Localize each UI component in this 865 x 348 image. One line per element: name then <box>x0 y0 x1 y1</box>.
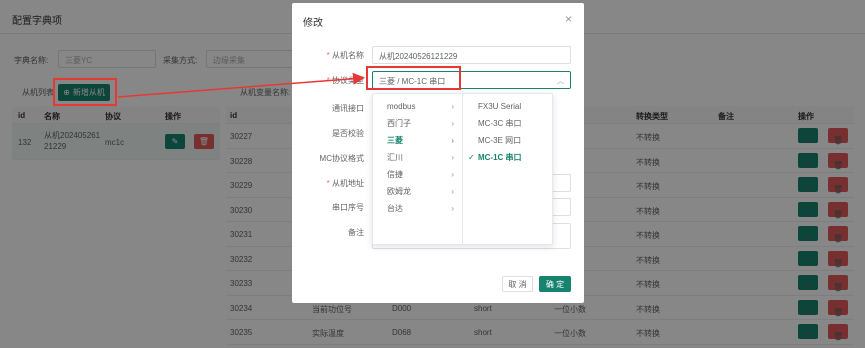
chevron-right-icon: › <box>451 170 454 179</box>
port-label: 通讯接口 <box>332 104 364 113</box>
cascader-option-label: 欧姆龙 <box>387 187 411 196</box>
close-icon[interactable]: × <box>565 12 572 26</box>
check-label: 是否校验 <box>332 129 364 138</box>
cascader-menu-vendor: modbus › 西门子 › 三菱 › 汇川 › 信捷 › 欧姆龙 › 台达 › <box>373 94 463 244</box>
cascader-option-label: MC-3C 串口 <box>478 119 522 128</box>
cascader-option[interactable]: 三菱 › <box>373 132 462 149</box>
cascader-option[interactable]: MC-3E 网口 <box>464 132 553 149</box>
chevron-right-icon: › <box>451 153 454 162</box>
cascader-option[interactable]: 汇川 › <box>373 149 462 166</box>
slave-name-label-text: 从机名称 <box>332 51 364 60</box>
cascader-option[interactable]: 台达 › <box>373 200 462 217</box>
cascader-option-label: 台达 <box>387 204 403 213</box>
slave-name-row: * 从机名称 从机20240526121229 <box>292 46 584 64</box>
chevron-right-icon: › <box>451 119 454 128</box>
cascader-option[interactable]: ✓ MC-1C 串口 <box>464 149 553 166</box>
protocol-cascader-dropdown: modbus › 西门子 › 三菱 › 汇川 › 信捷 › 欧姆龙 › 台达 › FX3U Serial M… <box>372 93 553 245</box>
cascader-option-label: MC-1C 串口 <box>478 153 522 162</box>
check-icon: ✓ <box>468 153 475 162</box>
cancel-button[interactable]: 取 消 <box>502 276 533 292</box>
dialog-title: 修改 <box>303 18 323 29</box>
cascader-option-label: modbus <box>387 102 416 111</box>
mc-format-label: MC协议格式 <box>319 154 364 163</box>
highlight-protocol-type <box>366 66 461 90</box>
cascader-option[interactable]: 西门子 › <box>373 115 462 132</box>
chevron-right-icon: › <box>451 102 454 111</box>
cascader-option[interactable]: FX3U Serial <box>464 98 553 115</box>
slave-name-label: * 从机名称 <box>326 51 364 60</box>
highlight-add-button <box>53 78 117 106</box>
chevron-right-icon: › <box>451 204 454 213</box>
slave-addr-label-text: 从机地址 <box>332 179 364 188</box>
slave-addr-label: * 从机地址 <box>326 179 364 188</box>
cascader-option-label: 三菱 <box>387 136 403 145</box>
cascader-menu-model: FX3U Serial MC-3C 串口 MC-3E 网口 ✓ MC-1C 串口 <box>464 94 553 244</box>
cascader-option[interactable]: MC-3C 串口 <box>464 115 553 132</box>
slave-name-input[interactable]: 从机20240526121229 <box>372 46 571 64</box>
cascader-option[interactable]: 欧姆龙 › <box>373 183 462 200</box>
chevron-right-icon: › <box>451 187 454 196</box>
chevron-up-icon: ︿ <box>557 78 564 85</box>
cascader-option[interactable]: 信捷 › <box>373 166 462 183</box>
protocol-type-label-text: 协议类型 <box>332 76 364 85</box>
cascader-option-label: FX3U Serial <box>478 102 522 111</box>
cascader-option[interactable]: modbus › <box>373 98 462 115</box>
cascader-option-label: 信捷 <box>387 170 403 179</box>
remark-label: 备注 <box>348 228 364 237</box>
serial-label: 串口序号 <box>332 203 364 212</box>
confirm-button[interactable]: 确 定 <box>539 276 571 292</box>
cascader-option-label: 西门子 <box>387 119 411 128</box>
protocol-type-label: * 协议类型 <box>326 76 364 85</box>
chevron-right-icon: › <box>451 136 454 145</box>
cascader-option-label: MC-3E 网口 <box>478 136 522 145</box>
cascader-option-label: 汇川 <box>387 153 403 162</box>
